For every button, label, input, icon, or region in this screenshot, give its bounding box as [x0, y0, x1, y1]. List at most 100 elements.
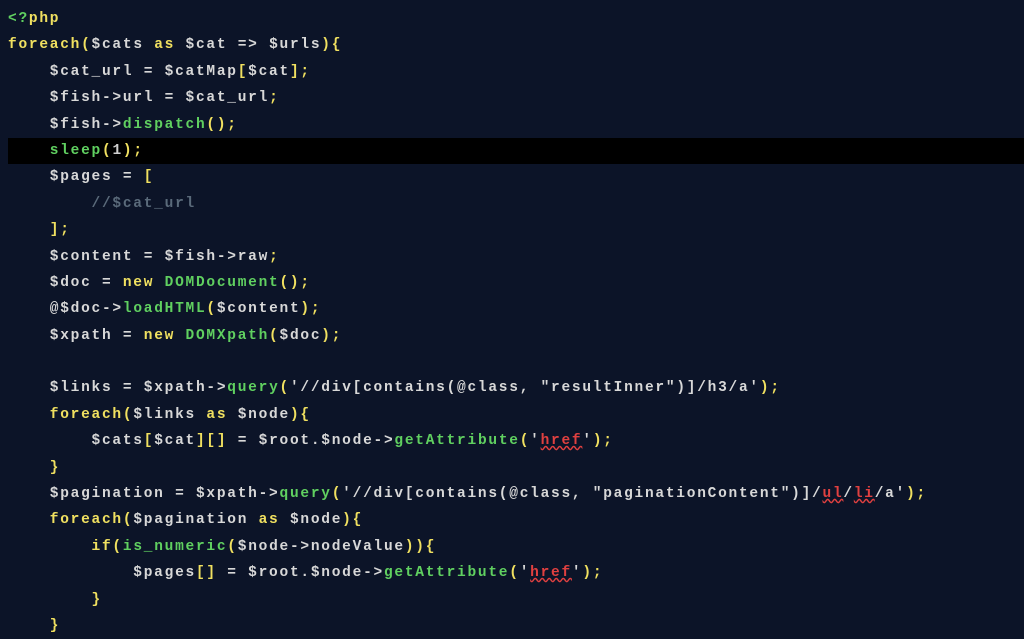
indent [8, 460, 50, 476]
paren: ( [123, 407, 133, 423]
variable: $node [321, 433, 373, 449]
php-keyword: php [29, 11, 60, 27]
semicolon: ; [917, 486, 927, 502]
function-call: is_numeric [123, 539, 227, 555]
variable: $xpath [196, 486, 259, 502]
indent [8, 196, 92, 212]
blank [8, 354, 18, 370]
equals: = [133, 249, 164, 265]
string-literal: //div[contains(@class, "paginationConten… [353, 486, 823, 502]
code-line: } [8, 587, 1024, 613]
class-name: DOMDocument [165, 275, 280, 291]
variable: $links [50, 380, 113, 396]
new-keyword: new [144, 328, 186, 344]
bracket: ] [290, 64, 300, 80]
paren: ) [123, 143, 133, 159]
variable: $xpath [144, 380, 207, 396]
code-line: $fish->dispatch(); [8, 112, 1024, 138]
string-literal: //div[contains(@class, "resultInner")]/h… [300, 380, 749, 396]
variable: $root [248, 565, 300, 581]
semicolon: ; [311, 301, 321, 317]
equals: = [227, 433, 258, 449]
php-open-tag: <? [8, 11, 29, 27]
variable: $pagination [50, 486, 165, 502]
code-line: $cat_url = $catMap[$cat]; [8, 59, 1024, 85]
code-line: $pagination = $xpath->query('//div[conta… [8, 481, 1024, 507]
number-literal: 1 [112, 143, 122, 159]
code-line: foreach($pagination as $node){ [8, 507, 1024, 533]
blank-line [8, 349, 1024, 375]
brace: { [332, 37, 342, 53]
quote: ' [342, 486, 352, 502]
paren: ( [520, 433, 530, 449]
property: url [123, 90, 154, 106]
indent [8, 328, 50, 344]
paren: ) [906, 486, 916, 502]
variable: $node [238, 539, 290, 555]
highlighted-line: sleep(1); [8, 138, 1024, 164]
semicolon: ; [300, 64, 310, 80]
quote: ' [896, 486, 906, 502]
indent [8, 143, 50, 159]
code-line: foreach($links as $node){ [8, 402, 1024, 428]
method-call: getAttribute [394, 433, 519, 449]
quote: ' [749, 380, 759, 396]
paren: ( [332, 486, 342, 502]
indent [8, 565, 133, 581]
indent [8, 117, 50, 133]
variable: $pagination [133, 512, 248, 528]
indent [8, 222, 50, 238]
bracket: [ [144, 433, 154, 449]
equals: = [112, 328, 143, 344]
variable: $links [133, 407, 196, 423]
variable: $node [290, 512, 342, 528]
paren: ( [112, 539, 122, 555]
bracket: ][] [196, 433, 227, 449]
bracket: [ [238, 64, 248, 80]
code-line: $doc = new DOMDocument(); [8, 270, 1024, 296]
paren: ( [509, 565, 519, 581]
indent [8, 433, 92, 449]
indent [8, 486, 50, 502]
code-line: if(is_numeric($node->nodeValue)){ [8, 534, 1024, 560]
string-literal: li [854, 486, 875, 502]
indent [8, 380, 50, 396]
code-editor[interactable]: <?php foreach($cats as $cat => $urls){ $… [8, 6, 1024, 639]
object-arrow: -> [206, 380, 227, 396]
variable: $pages [50, 169, 113, 185]
variable: $fish [50, 90, 102, 106]
variable: $content [50, 249, 134, 265]
object-arrow: -> [102, 117, 123, 133]
variable: $cat_url [50, 64, 134, 80]
code-line: $fish->url = $cat_url; [8, 85, 1024, 111]
foreach-keyword: foreach [8, 37, 81, 53]
variable: $cat [154, 433, 196, 449]
string-literal: href [530, 565, 572, 581]
equals: = [92, 275, 123, 291]
brace: } [92, 592, 102, 608]
code-line: $xpath = new DOMXpath($doc); [8, 323, 1024, 349]
paren: )) [405, 539, 426, 555]
object-arrow: -> [102, 90, 123, 106]
code-line: ]; [8, 217, 1024, 243]
object-arrow: -> [259, 486, 280, 502]
code-line: $cats[$cat][] = $root.$node->getAttribut… [8, 428, 1024, 454]
code-line: <?php [8, 6, 1024, 32]
indent [8, 407, 50, 423]
equals: = [112, 169, 143, 185]
method-call: query [280, 486, 332, 502]
brace: { [353, 512, 363, 528]
quote: ' [530, 433, 540, 449]
parens: () [206, 117, 227, 133]
code-line: $content = $fish->raw; [8, 244, 1024, 270]
semicolon: ; [269, 249, 279, 265]
semicolon: ; [133, 143, 143, 159]
string-literal: href [541, 433, 583, 449]
object-arrow: -> [374, 433, 395, 449]
parens: () [279, 275, 300, 291]
variable: $cat_url [186, 90, 270, 106]
paren: ) [300, 301, 310, 317]
paren: ) [290, 407, 300, 423]
bracket: [ [144, 169, 154, 185]
quote: ' [582, 433, 592, 449]
